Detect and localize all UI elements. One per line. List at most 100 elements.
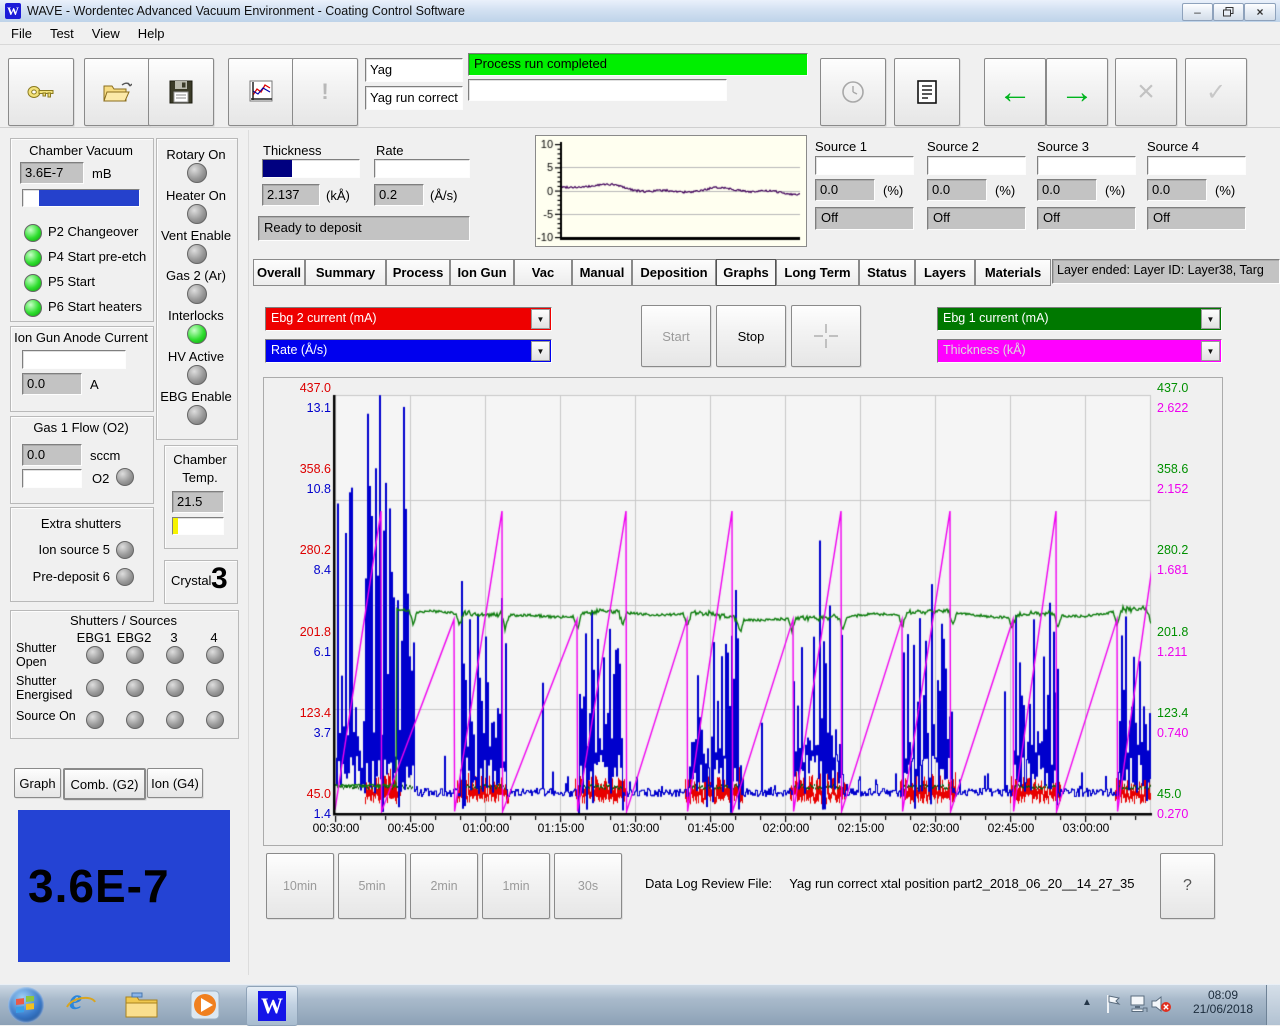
- tray-expand-icon[interactable]: ▲: [1082, 997, 1092, 1008]
- tab-summary[interactable]: Summary: [305, 259, 386, 286]
- network-icon[interactable]: [1128, 994, 1148, 1019]
- gas1-value: 0.0: [22, 444, 82, 466]
- save-button[interactable]: [148, 58, 214, 126]
- axis-label-left-red: 280.2: [281, 543, 331, 557]
- tab-long-term[interactable]: Long Term: [776, 259, 859, 286]
- timer-button[interactable]: [820, 58, 886, 126]
- minimize-button[interactable]: –: [1182, 3, 1213, 21]
- cancel-button[interactable]: ×: [1115, 58, 1177, 126]
- view-button-ion-g4-[interactable]: Ion (G4): [147, 768, 203, 798]
- show-desktop-button[interactable]: [1266, 985, 1280, 1025]
- axis-label-right-magenta: 0.270: [1157, 807, 1207, 821]
- tab-materials[interactable]: Materials: [975, 259, 1051, 286]
- alert-button[interactable]: !: [292, 58, 358, 126]
- source-value-text: 0.0: [816, 180, 874, 199]
- time-range-button-5min[interactable]: 5min: [338, 853, 406, 919]
- chamber-vacuum-value-text: 3.6E-7: [21, 163, 83, 182]
- action-center-flag-icon[interactable]: [1104, 993, 1122, 1020]
- x-axis-label: 01:30:00: [607, 821, 665, 835]
- trace3-dropdown-button[interactable]: ▼: [1201, 309, 1220, 329]
- shutter-grid-led-r3-c3: [166, 711, 184, 729]
- axis-label-left-blue: 1.4: [281, 807, 331, 821]
- ie-orbit-ring: [64, 989, 98, 1021]
- graph-start-button[interactable]: Start: [641, 305, 711, 367]
- tab-process[interactable]: Process: [386, 259, 450, 286]
- mini-chart-panel: [535, 135, 807, 247]
- source-status: Off: [815, 207, 914, 230]
- tab-layers[interactable]: Layers: [915, 259, 975, 286]
- time-range-button-1min[interactable]: 1min: [482, 853, 550, 919]
- source-unit: (%): [995, 183, 1015, 198]
- chamber-vacuum-value: 3.6E-7: [20, 162, 84, 184]
- time-range-button-30s[interactable]: 30s: [554, 853, 622, 919]
- secondary-status-text: [469, 80, 726, 84]
- chamber-vacuum-title: Chamber Vacuum: [10, 143, 152, 158]
- trace4-select[interactable]: Thickness (kÅ) ▼: [937, 339, 1222, 363]
- trace1-select-label: Ebg 2 current (mA): [266, 308, 551, 328]
- gas1-setpoint-field[interactable]: [22, 469, 82, 488]
- chamber-vacuum-unit: mB: [92, 166, 112, 181]
- previous-layer-button[interactable]: ←: [984, 58, 1046, 126]
- chamber-led-2: [24, 249, 42, 267]
- source-status: Off: [1147, 207, 1246, 230]
- start-button[interactable]: [8, 987, 44, 1023]
- menu-help[interactable]: Help: [129, 23, 174, 44]
- volume-muted-icon[interactable]: [1150, 994, 1172, 1019]
- confirm-button[interactable]: ✓: [1185, 58, 1247, 126]
- taskbar-mediaplayer-button[interactable]: [188, 989, 222, 1026]
- restore-button[interactable]: [1213, 3, 1244, 21]
- gas1-title: Gas 1 Flow (O2): [10, 420, 152, 435]
- run-name-field[interactable]: Yag run correct: [365, 86, 463, 110]
- shutter-grid-led-r2-c1: [86, 679, 104, 697]
- help-button[interactable]: ?: [1160, 853, 1215, 919]
- tab-vac[interactable]: Vac: [514, 259, 572, 286]
- graph-setup-button[interactable]: [228, 58, 294, 126]
- process-status-banner: Process run completed: [468, 53, 808, 76]
- tab-manual[interactable]: Manual: [572, 259, 632, 286]
- minimize-icon: –: [1194, 5, 1201, 19]
- cancel-icon: ×: [1137, 75, 1155, 109]
- taskbar-wave-button[interactable]: W: [246, 986, 298, 1026]
- graph-cursor-button[interactable]: [791, 305, 861, 367]
- shutter-grid-led-r1-c3: [166, 646, 184, 664]
- view-button-comb-g2-[interactable]: Comb. (G2): [63, 768, 146, 800]
- tab-ion-gun[interactable]: Ion Gun: [450, 259, 514, 286]
- taskbar-explorer-button[interactable]: [124, 991, 160, 1024]
- tab-deposition[interactable]: Deposition: [632, 259, 716, 286]
- next-layer-button[interactable]: →: [1046, 58, 1108, 126]
- time-range-button-10min[interactable]: 10min: [266, 853, 334, 919]
- back-arrow-icon: ←: [998, 77, 1032, 107]
- close-button[interactable]: ×: [1244, 3, 1276, 21]
- tab-graphs[interactable]: Graphs: [716, 259, 776, 286]
- open-file-button[interactable]: [84, 58, 150, 126]
- graph-stop-button[interactable]: Stop: [716, 305, 786, 367]
- report-button[interactable]: [894, 58, 960, 126]
- process-name-field[interactable]: Yag: [365, 58, 463, 82]
- view-button-graph[interactable]: Graph: [14, 768, 61, 798]
- chamber-led-label: P4 Start pre-etch: [48, 249, 146, 264]
- trace3-select[interactable]: Ebg 1 current (mA) ▼: [937, 307, 1222, 331]
- source-value-text: 0.0: [1038, 180, 1096, 199]
- time-range-button-2min[interactable]: 2min: [410, 853, 478, 919]
- menu-file[interactable]: File: [2, 23, 41, 44]
- unlock-button[interactable]: [8, 58, 74, 126]
- taskbar-ie-button[interactable]: e: [64, 989, 98, 1021]
- tab-overall[interactable]: Overall: [253, 259, 305, 286]
- trace1-dropdown-button[interactable]: ▼: [531, 309, 550, 329]
- tray-clock[interactable]: 08:09 21/06/2018: [1185, 988, 1261, 1016]
- system-led-label: EBG Enable: [156, 389, 236, 404]
- trace4-dropdown-button[interactable]: ▼: [1201, 341, 1220, 361]
- alert-icon: !: [321, 79, 328, 105]
- menu-view[interactable]: View: [83, 23, 129, 44]
- menu-test[interactable]: Test: [41, 23, 83, 44]
- tab-status[interactable]: Status: [859, 259, 915, 286]
- source-title: Source 4: [1147, 139, 1199, 154]
- axis-label-right-magenta: 1.681: [1157, 563, 1207, 577]
- trace2-dropdown-button[interactable]: ▼: [531, 341, 550, 361]
- trace1-select[interactable]: Ebg 2 current (mA) ▼: [265, 307, 552, 331]
- data-log-filename: Yag run correct xtal position part2_2018…: [789, 876, 1134, 891]
- trace2-select[interactable]: Rate (Å/s) ▼: [265, 339, 552, 363]
- ion-gun-anode-bar: [22, 350, 126, 369]
- system-led-hv-active: [187, 365, 207, 385]
- x-axis-label: 01:00:00: [457, 821, 515, 835]
